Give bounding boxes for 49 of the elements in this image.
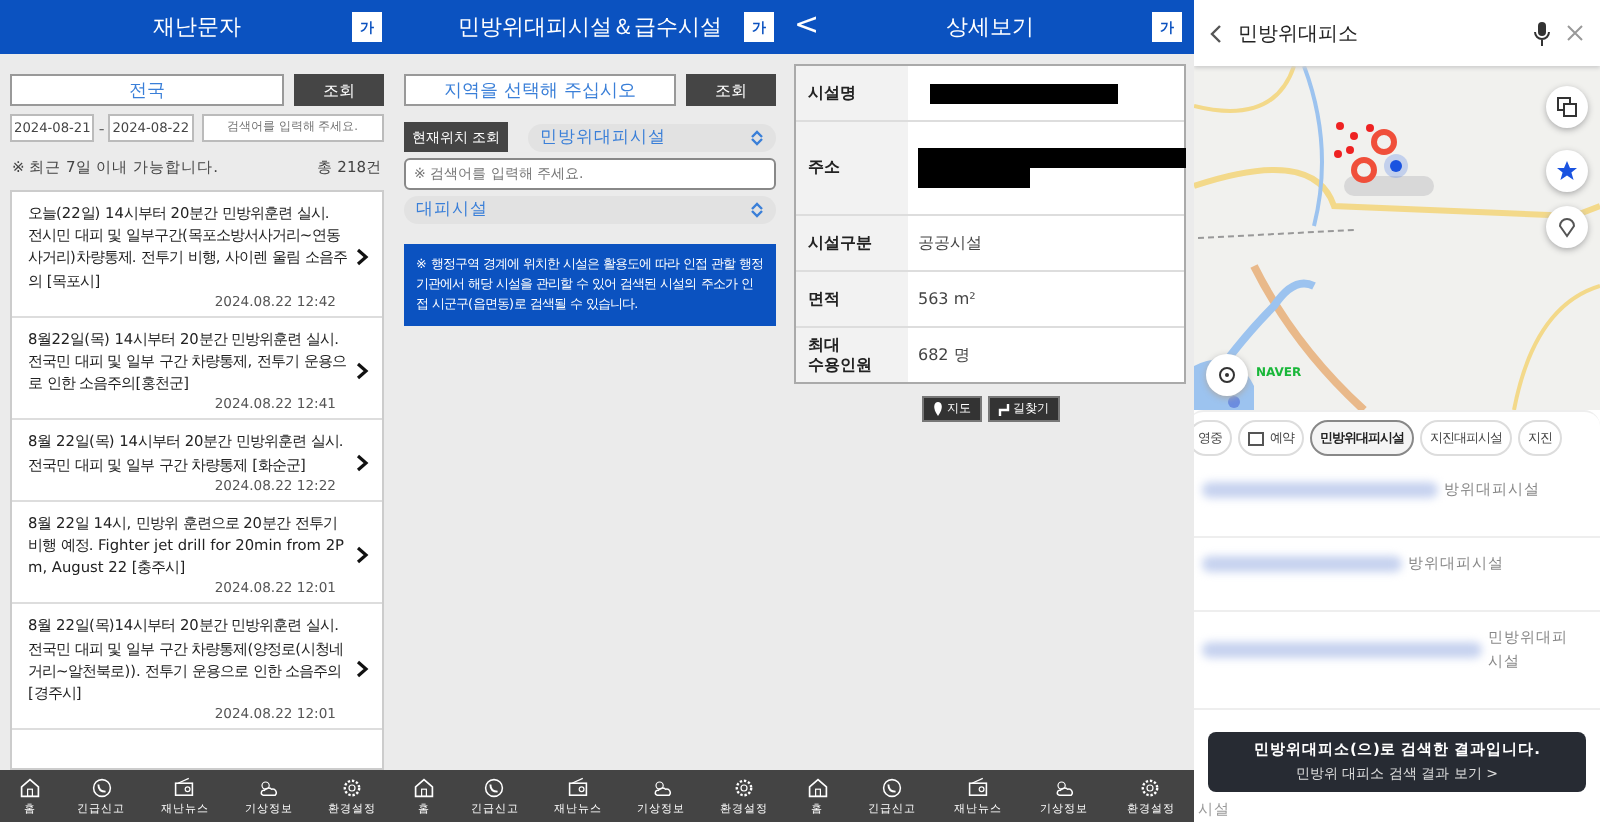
chevron-right-icon bbox=[356, 660, 370, 679]
route-icon bbox=[997, 402, 1009, 416]
field-label: 시설구분 bbox=[796, 216, 908, 270]
date-separator: - bbox=[98, 119, 105, 137]
screen-title: 재난문자 bbox=[153, 12, 241, 42]
map-pin-icon bbox=[931, 402, 943, 416]
field-label: 시설명 bbox=[796, 66, 908, 120]
screen-title: 민방위대피시설＆급수시설 bbox=[458, 12, 722, 42]
search-field[interactable]: 민방위대피소 bbox=[1238, 22, 1518, 44]
up-down-icon bbox=[750, 202, 764, 218]
microphone-icon[interactable] bbox=[1534, 21, 1550, 45]
home-icon bbox=[805, 776, 830, 800]
chevron-right-icon bbox=[356, 454, 370, 473]
settings-icon bbox=[732, 776, 757, 800]
star-icon bbox=[1556, 160, 1578, 182]
back-button[interactable]: < bbox=[794, 6, 820, 42]
sun-cloud-icon bbox=[1052, 776, 1077, 800]
up-down-icon bbox=[750, 129, 764, 145]
crosshair-icon bbox=[1216, 364, 1238, 386]
radio-icon bbox=[965, 776, 990, 800]
settings-icon bbox=[1138, 776, 1163, 800]
field-label: 주소 bbox=[796, 122, 908, 214]
radio-icon bbox=[172, 776, 197, 800]
search-button[interactable]: 조회 bbox=[686, 74, 776, 106]
settings-icon bbox=[340, 776, 365, 800]
region-field[interactable]: 지역을 선택해 주십시오 bbox=[404, 74, 676, 106]
chevron-right-icon bbox=[356, 247, 370, 266]
home-icon bbox=[17, 776, 42, 800]
chevron-right-icon bbox=[356, 362, 370, 381]
screen-title: 상세보기 bbox=[946, 12, 1034, 42]
sun-cloud-icon bbox=[256, 776, 281, 800]
region-field[interactable]: 전국 bbox=[10, 74, 284, 106]
field-value: 563 m² bbox=[918, 290, 976, 308]
field-value: 682 명 bbox=[918, 344, 970, 366]
field-label: 면적 bbox=[796, 272, 908, 326]
home-icon bbox=[411, 776, 436, 800]
phone-icon bbox=[482, 776, 507, 800]
field-value: 공공시설 bbox=[918, 232, 982, 254]
location-pin-icon bbox=[1556, 216, 1578, 238]
radio-icon bbox=[565, 776, 590, 800]
chevron-right-icon bbox=[356, 546, 370, 565]
search-button[interactable]: 조회 bbox=[294, 74, 384, 106]
phone-icon bbox=[879, 776, 904, 800]
layers-icon bbox=[1556, 96, 1578, 118]
calendar-icon bbox=[1248, 430, 1264, 446]
sun-cloud-icon bbox=[649, 776, 674, 800]
field-label: 최대 수용인원 bbox=[796, 328, 908, 382]
close-icon[interactable] bbox=[1566, 24, 1584, 42]
phone-icon bbox=[89, 776, 114, 800]
